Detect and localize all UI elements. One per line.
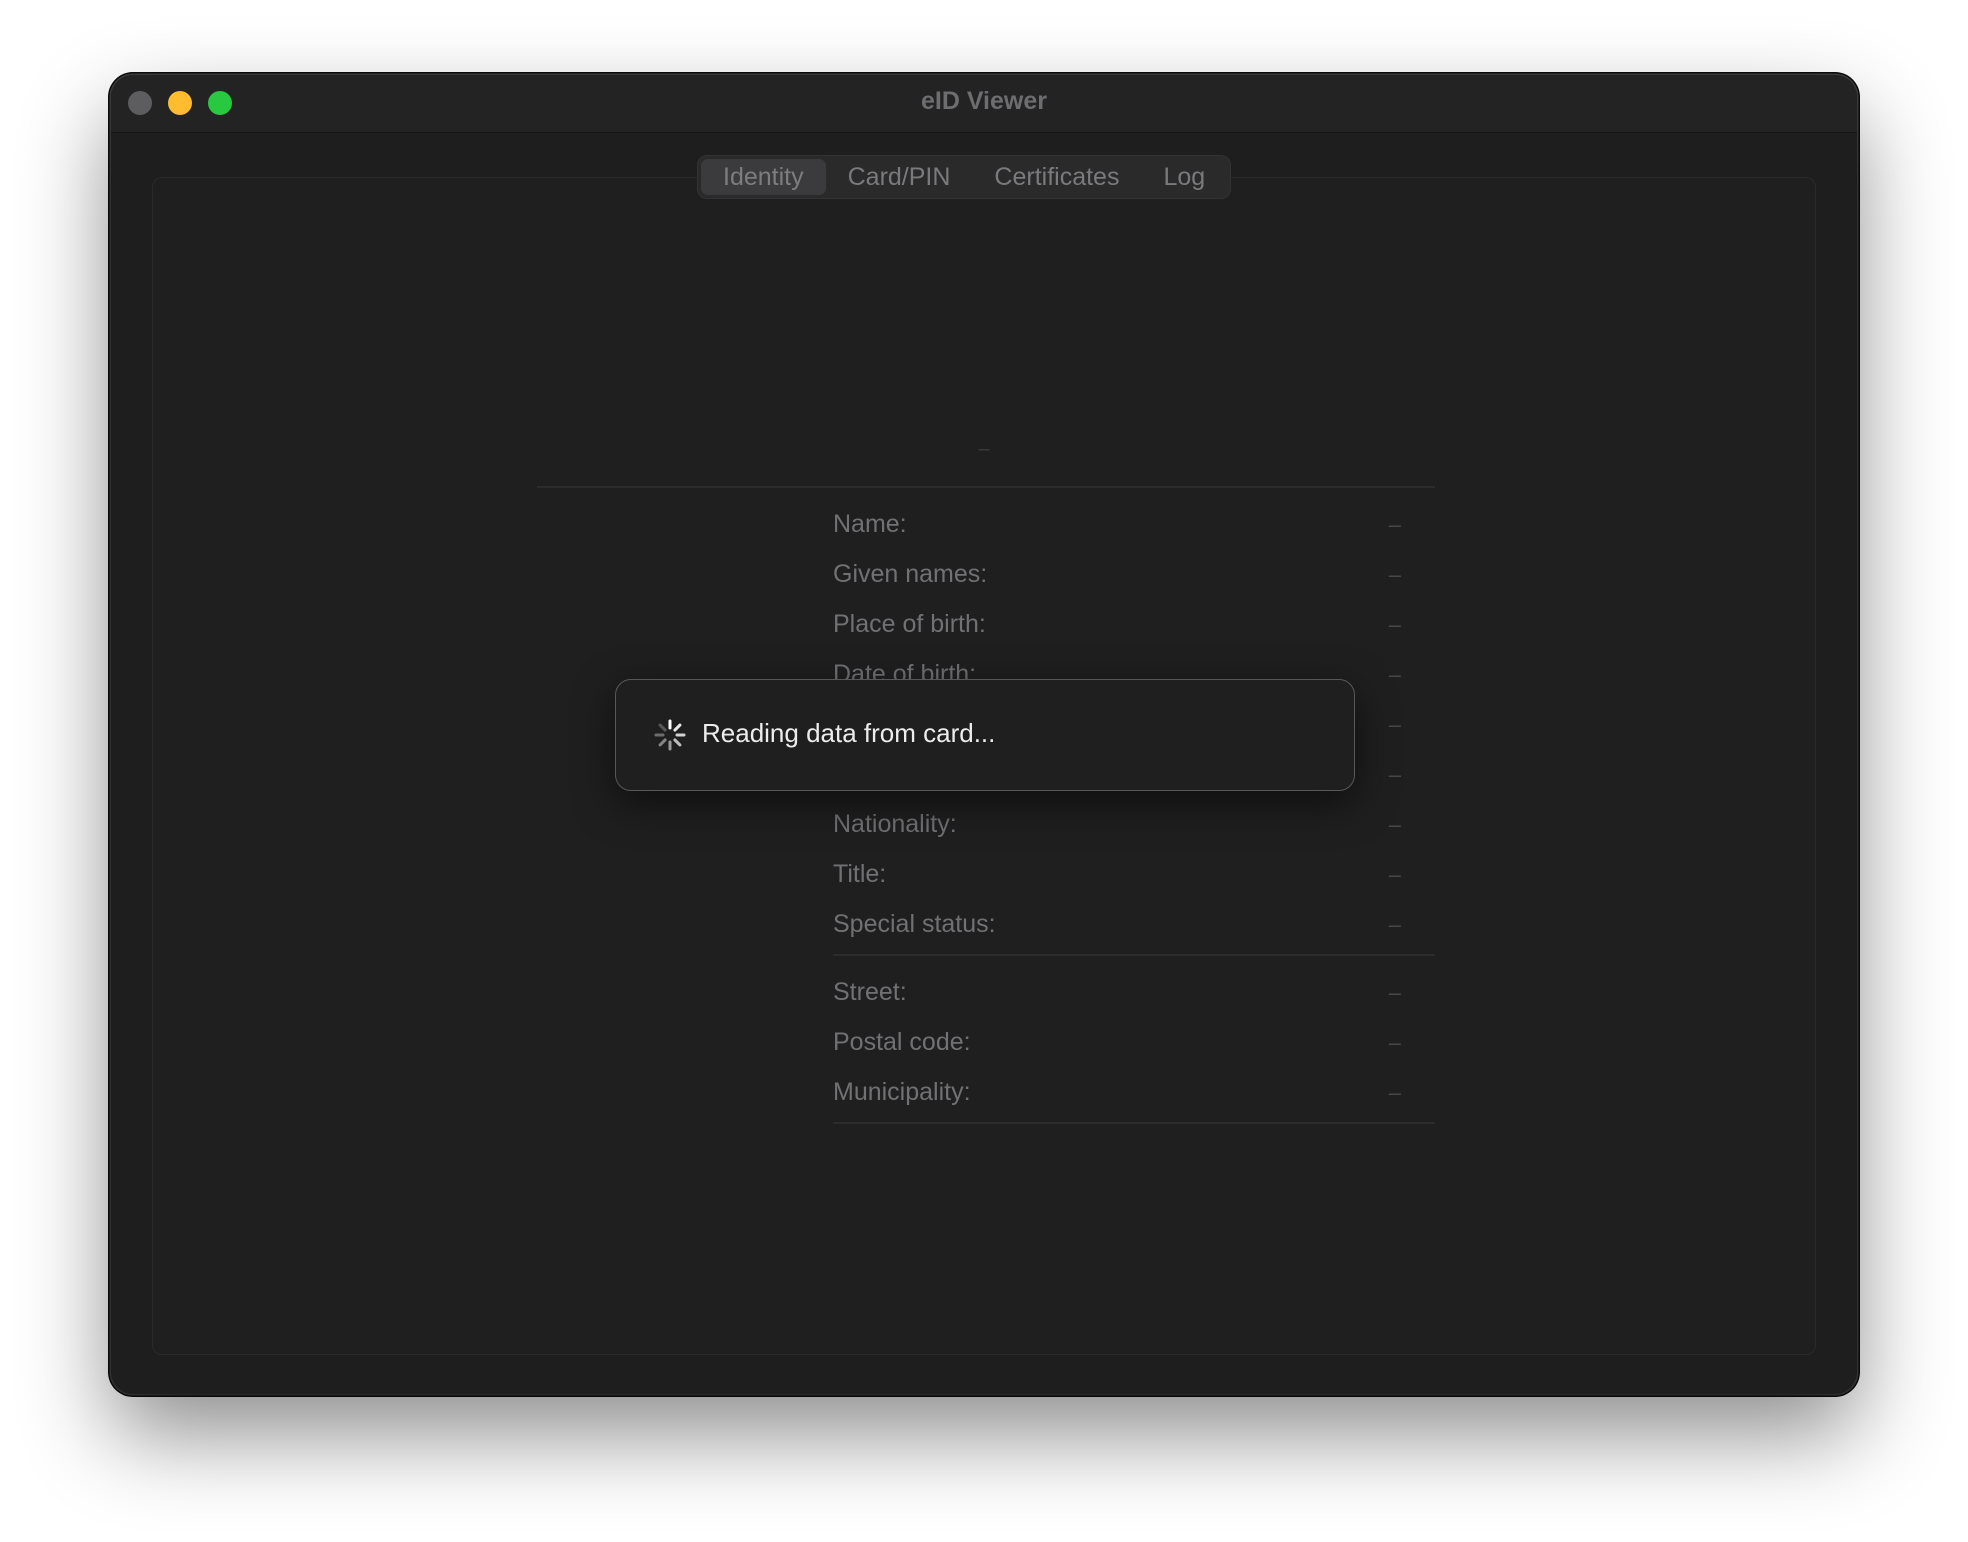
field-label: Postal code:	[833, 1028, 971, 1056]
tab-identity[interactable]: Identity	[701, 159, 826, 195]
photo-separator	[537, 486, 1435, 488]
app-window: eID Viewer Identity Card/PIN Certificate…	[111, 75, 1857, 1394]
field-value: –	[1388, 762, 1401, 787]
tab-certificates[interactable]: Certificates	[972, 159, 1141, 195]
field-value: –	[1388, 812, 1401, 837]
field-label: Municipality:	[833, 1078, 971, 1106]
tab-log[interactable]: Log	[1141, 159, 1227, 195]
field-value: –	[1388, 1080, 1401, 1105]
field-row-place-of-birth: Place of birth: –	[833, 606, 1401, 646]
field-row-street: Street: –	[833, 974, 1401, 1014]
field-row-title: Title: –	[833, 856, 1401, 896]
field-value: –	[1388, 862, 1401, 887]
window-title: eID Viewer	[920, 87, 1047, 115]
field-label: Title:	[833, 860, 887, 888]
field-label: Nationality:	[833, 810, 957, 838]
field-label: Place of birth:	[833, 610, 986, 638]
bottom-separator	[833, 1122, 1435, 1124]
field-value: –	[1388, 912, 1401, 937]
field-row-name: Name: –	[833, 506, 1401, 546]
field-value: –	[1388, 712, 1401, 737]
field-value: –	[1388, 512, 1401, 537]
field-label: Given names:	[833, 560, 988, 588]
field-row-nationality: Nationality: –	[833, 806, 1401, 846]
address-separator	[833, 954, 1435, 956]
field-value: –	[1388, 612, 1401, 637]
field-row-special-status: Special status: –	[833, 906, 1401, 946]
progress-dialog: Reading data from card...	[615, 679, 1355, 791]
tab-bar: Identity Card/PIN Certificates Log	[698, 156, 1231, 198]
field-value: –	[1388, 662, 1401, 687]
field-label: Name:	[833, 510, 907, 538]
field-row-postal-code: Postal code: –	[833, 1024, 1401, 1064]
field-label: Special status:	[833, 910, 996, 938]
field-value: –	[1388, 562, 1401, 587]
photo-placeholder: –	[978, 438, 990, 460]
field-row-given-names: Given names: –	[833, 556, 1401, 596]
field-value: –	[1388, 980, 1401, 1005]
title-bar: eID Viewer	[111, 75, 1857, 133]
spinner-icon	[654, 719, 686, 751]
field-row-municipality: Municipality: –	[833, 1074, 1401, 1114]
progress-message: Reading data from card...	[702, 718, 996, 748]
tab-card-pin[interactable]: Card/PIN	[826, 159, 973, 195]
field-label: Street:	[833, 978, 907, 1006]
field-value: –	[1388, 1030, 1401, 1055]
